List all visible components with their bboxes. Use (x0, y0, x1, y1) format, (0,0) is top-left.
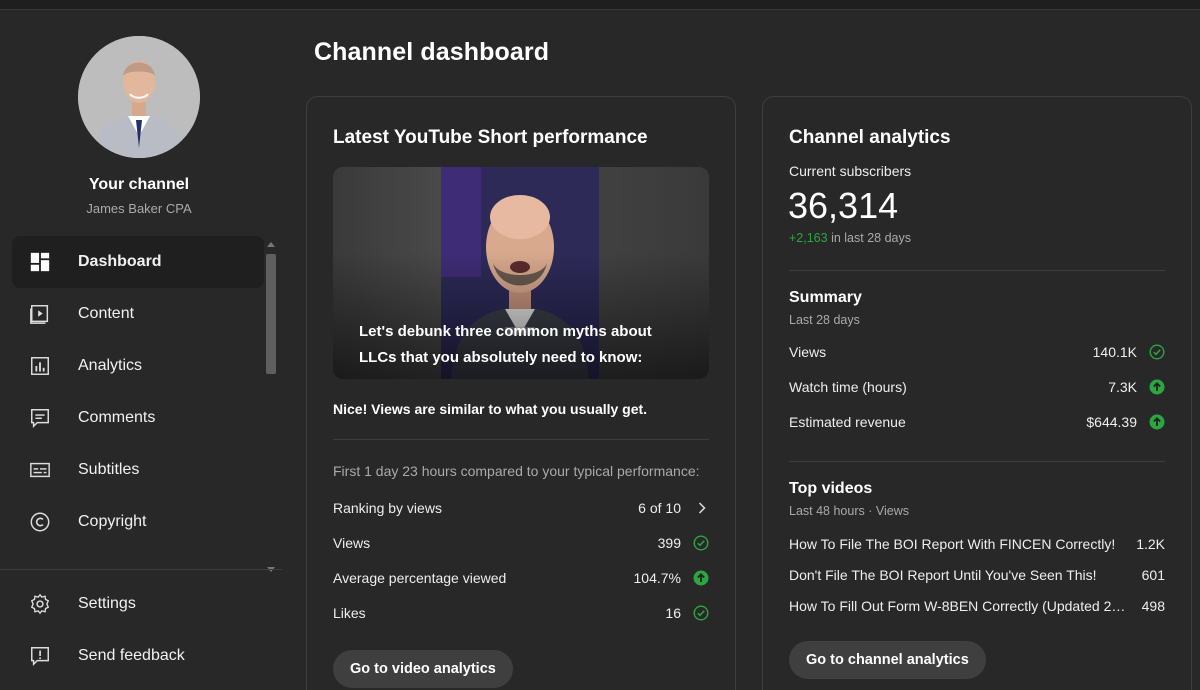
check-circle-icon (1137, 344, 1165, 360)
sidebar-item-content[interactable]: Content (12, 288, 264, 340)
arrow-up-circle-icon (681, 570, 709, 586)
metric-label: Ranking by views (333, 500, 442, 516)
check-circle-icon (681, 605, 709, 621)
go-to-video-analytics-button[interactable]: Go to video analytics (333, 650, 513, 688)
content-icon (28, 302, 52, 326)
thumbnail-caption: Let's debunk three common myths about LL… (359, 323, 652, 366)
sidebar: Your channel James Baker CPA Dashboard C… (0, 10, 282, 690)
sidebar-item-label: Send feedback (78, 647, 185, 664)
metric-label: Average percentage viewed (333, 570, 507, 586)
metric-value: 104.7% (633, 570, 681, 586)
top-video-views: 1.2K (1136, 536, 1165, 552)
sidebar-bottom-nav: Settings Send feedback (12, 578, 264, 682)
summary-views: Views 140.1K (789, 340, 1165, 364)
sidebar-nav: Dashboard Content Analytics Comments Sub… (12, 236, 264, 548)
card-divider (333, 439, 709, 440)
short-thumbnail[interactable]: Let's debunk three common myths about LL… (333, 167, 709, 379)
summary-title: Summary (789, 289, 862, 306)
metric-label: Views (789, 344, 827, 360)
subscribers-count: 36,314 (788, 185, 899, 226)
sidebar-scrollbar[interactable] (265, 242, 277, 572)
top-video-views: 601 (1141, 567, 1165, 583)
metric-label: Estimated revenue (789, 414, 906, 430)
feedback-icon (28, 644, 52, 668)
metric-value: $644.39 (1086, 414, 1137, 430)
subscribers-label: Current subscribers (789, 163, 912, 179)
page-title: Channel dashboard (314, 38, 550, 66)
top-video-title: Don't File The BOI Report Until You've S… (789, 567, 1097, 583)
sidebar-item-label: Content (78, 305, 135, 322)
sidebar-item-label: Analytics (78, 357, 143, 374)
avatar[interactable] (78, 36, 200, 158)
metric-value: 140.1K (1092, 344, 1137, 360)
metric-value: 7.3K (1108, 379, 1137, 395)
compare-text: First 1 day 23 hours compared to your ty… (333, 463, 700, 479)
sidebar-item-dashboard[interactable]: Dashboard (12, 236, 264, 288)
scroll-up-arrow[interactable] (267, 242, 275, 247)
top-videos-subtitle: Last 48 hours · Views (789, 504, 909, 518)
scroll-thumb[interactable] (266, 254, 276, 374)
metric-value: 399 (657, 535, 681, 551)
top-videos-title: Top videos (789, 480, 873, 497)
latest-short-card: Latest YouTube Short performance Let's d… (306, 96, 736, 690)
sidebar-item-comments[interactable]: Comments (12, 392, 264, 444)
metric-ranking-by-views[interactable]: Ranking by views 6 of 10 (333, 496, 709, 520)
channel-analytics-card: Channel analytics Current subscribers 36… (762, 96, 1192, 690)
top-video-row[interactable]: How To Fill Out Form W-8BEN Correctly (U… (789, 595, 1165, 617)
sidebar-item-label: Dashboard (78, 253, 162, 270)
metric-average-percentage-viewed: Average percentage viewed 104.7% (333, 566, 709, 590)
summary-estimated-revenue: Estimated revenue $644.39 (789, 410, 1165, 434)
channel-title: Your channel (88, 176, 190, 193)
summary-watch-time: Watch time (hours) 7.3K (789, 375, 1165, 399)
sidebar-item-label: Settings (78, 595, 136, 612)
sidebar-item-subtitles[interactable]: Subtitles (12, 444, 264, 496)
subtitles-icon (28, 458, 52, 482)
card-title: Latest YouTube Short performance (333, 127, 648, 148)
metric-likes: Likes 16 (333, 601, 709, 625)
sidebar-item-settings[interactable]: Settings (12, 578, 264, 630)
card-divider (789, 461, 1165, 462)
metric-value: 6 of 10 (638, 500, 681, 516)
performance-summary: Nice! Views are similar to what you usua… (333, 401, 648, 417)
top-video-row[interactable]: How To File The BOI Report With FINCEN C… (789, 533, 1165, 555)
subscribers-delta: +2,163 in last 28 days (789, 231, 911, 245)
channel-name: James Baker CPA (86, 201, 192, 216)
copyright-icon (28, 510, 52, 534)
studio-window: Your channel James Baker CPA Dashboard C… (0, 0, 1200, 690)
card-divider (789, 270, 1165, 271)
top-video-title: How To File The BOI Report With FINCEN C… (789, 536, 1116, 552)
gear-icon (28, 592, 52, 616)
dashboard-icon (28, 250, 52, 274)
arrow-up-circle-icon (1137, 379, 1165, 395)
arrow-up-circle-icon (1137, 414, 1165, 430)
metric-label: Watch time (hours) (789, 379, 907, 395)
card-title: Channel analytics (789, 127, 951, 148)
sidebar-item-analytics[interactable]: Analytics (12, 340, 264, 392)
sidebar-item-copyright[interactable]: Copyright (12, 496, 264, 548)
subscribers-delta-suffix: in last 28 days (827, 231, 911, 245)
sidebar-divider (0, 569, 282, 570)
sidebar-item-label: Subtitles (78, 461, 140, 478)
top-bar (0, 0, 1200, 10)
sidebar-item-send-feedback[interactable]: Send feedback (12, 630, 264, 682)
summary-subtitle: Last 28 days (789, 313, 860, 327)
metric-value: 16 (665, 605, 681, 621)
subscribers-delta-value: +2,163 (789, 231, 828, 245)
sidebar-item-label: Copyright (78, 513, 147, 530)
check-circle-icon (681, 535, 709, 551)
chevron-right-icon (681, 501, 709, 515)
top-video-title: How To Fill Out Form W-8BEN Correctly (U… (789, 598, 1140, 614)
top-video-row[interactable]: Don't File The BOI Report Until You've S… (789, 564, 1165, 586)
analytics-icon (28, 354, 52, 378)
top-video-views: 498 (1141, 598, 1165, 614)
metric-label: Views (333, 535, 371, 551)
metric-views: Views 399 (333, 531, 709, 555)
metric-label: Likes (333, 605, 366, 621)
go-to-channel-analytics-button[interactable]: Go to channel analytics (789, 641, 986, 679)
avatar-image (78, 36, 200, 158)
sidebar-item-label: Comments (78, 409, 156, 426)
comments-icon (28, 406, 52, 430)
